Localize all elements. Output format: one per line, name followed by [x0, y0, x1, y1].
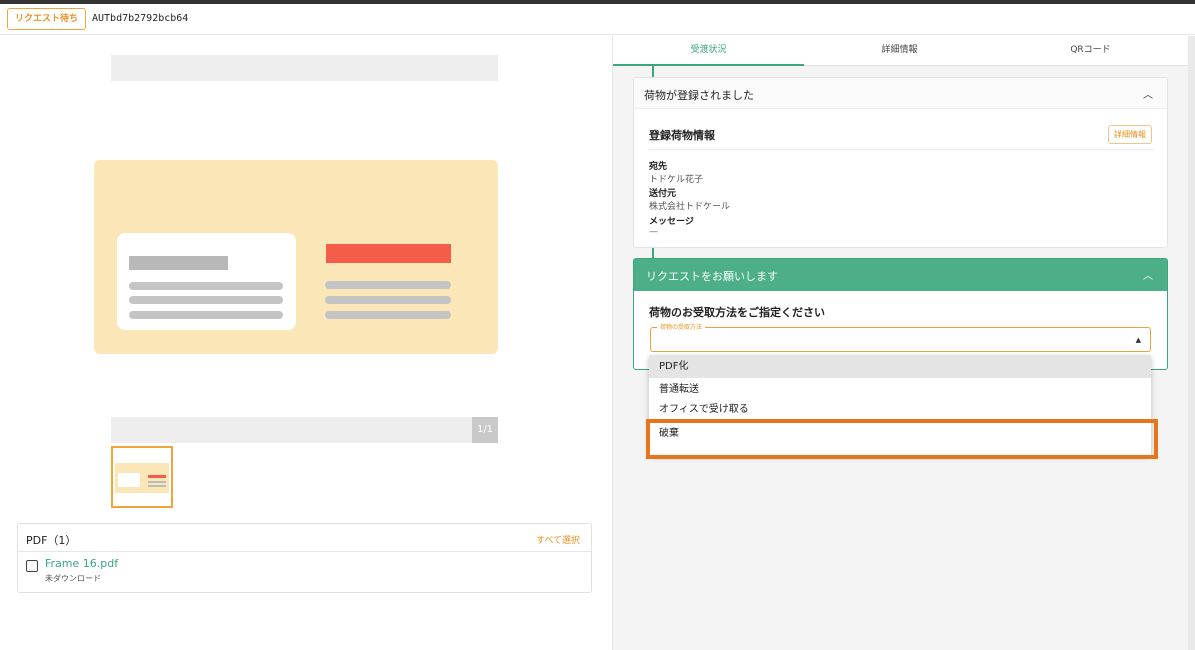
detail-info-button[interactable]: 詳細情報	[1108, 125, 1152, 144]
registered-card: 荷物が登録されました ︿ 登録荷物情報 詳細情報 宛先 トドケル花子 送付元 株…	[633, 77, 1168, 248]
detail-pane: 受渡状況 詳細情報 QRコード 荷物が登録されました ︿ 登録荷物情報 詳細情報…	[613, 36, 1195, 650]
preview-image-line	[129, 296, 283, 304]
pdf-list-header: PDF（1） すべて選択	[18, 524, 591, 552]
chevron-up-icon[interactable]: ︿	[1143, 267, 1153, 282]
file-checkbox[interactable]	[26, 560, 38, 572]
field-label-message: メッセージ	[649, 217, 694, 227]
thumbnail-image	[115, 463, 169, 493]
thumbnail-line	[148, 485, 166, 487]
timeline-line	[652, 66, 654, 77]
preview-image-line	[325, 281, 451, 289]
select-label: 荷物の受取方法	[657, 322, 706, 331]
thumbnail-card	[118, 473, 140, 487]
pdf-file-link[interactable]: Frame 16.pdf	[45, 557, 118, 570]
page-thumbnail[interactable]	[111, 446, 173, 508]
preview-footer: 1/1	[111, 417, 498, 443]
request-question: 荷物のお受取方法をご指定ください	[649, 306, 825, 319]
select-all-link[interactable]: すべて選択	[536, 533, 580, 546]
registered-card-title: 荷物が登録されました	[644, 89, 754, 102]
request-card-title: リクエストをお願いします	[646, 270, 778, 283]
field-label-sender: 送付元	[649, 189, 677, 199]
preview-image-accent	[326, 244, 451, 263]
preview-toolbar	[111, 55, 498, 81]
preview-image-block	[129, 256, 228, 270]
pdf-list-panel: PDF（1） すべて選択 Frame 16.pdf 未ダウンロード	[17, 523, 592, 593]
header: リクエスト待ち AUTbd7b2792bcb64	[0, 4, 1195, 35]
divider	[649, 149, 1154, 150]
timeline-line	[652, 248, 654, 258]
caret-up-icon: ▲	[1135, 336, 1141, 344]
tab-details[interactable]: 詳細情報	[804, 36, 995, 66]
registered-info-title: 登録荷物情報	[649, 129, 715, 142]
document-id: AUTbd7b2792bcb64	[92, 13, 189, 24]
field-value-sender: 株式会社トドケール	[649, 202, 731, 212]
preview-image-line	[129, 311, 283, 319]
option-forward[interactable]: 普通転送	[649, 378, 1151, 401]
field-value-message: —	[649, 227, 658, 237]
option-office-pickup[interactable]: オフィスで受け取る	[649, 401, 1151, 421]
chevron-up-icon[interactable]: ︿	[1143, 86, 1153, 101]
pdf-file-status: 未ダウンロード	[45, 574, 101, 583]
preview-image-line	[325, 296, 451, 304]
registered-card-header[interactable]: 荷物が登録されました ︿	[634, 78, 1167, 109]
request-card: リクエストをお願いします ︿ 荷物のお受取方法をご指定ください 荷物の受取方法 …	[633, 258, 1168, 370]
page-counter: 1/1	[472, 417, 498, 443]
tab-bar: 受渡状況 詳細情報 QRコード	[613, 36, 1188, 66]
preview-image-line	[129, 282, 283, 290]
receive-method-select[interactable]: 荷物の受取方法 ▲	[650, 322, 1151, 352]
scrollbar[interactable]	[1188, 36, 1195, 650]
request-card-header[interactable]: リクエストをお願いします ︿	[634, 259, 1167, 291]
highlight-box	[646, 419, 1158, 459]
preview-image-line	[325, 311, 451, 319]
field-value-recipient: トドケル花子	[649, 175, 704, 185]
thumbnail-line	[148, 481, 166, 483]
status-badge: リクエスト待ち	[7, 8, 87, 30]
document-preview-pane: 1/1 PDF（1） すべて選択 Frame 16.pdf 未ダウンロード	[0, 36, 612, 650]
field-label-recipient: 宛先	[649, 162, 668, 172]
option-pdf[interactable]: PDF化	[649, 355, 1151, 378]
tab-qr-code[interactable]: QRコード	[995, 36, 1186, 66]
pdf-list-title: PDF（1）	[26, 534, 77, 547]
thumbnail-accent	[148, 475, 166, 478]
tab-delivery-status[interactable]: 受渡状況	[613, 36, 804, 66]
